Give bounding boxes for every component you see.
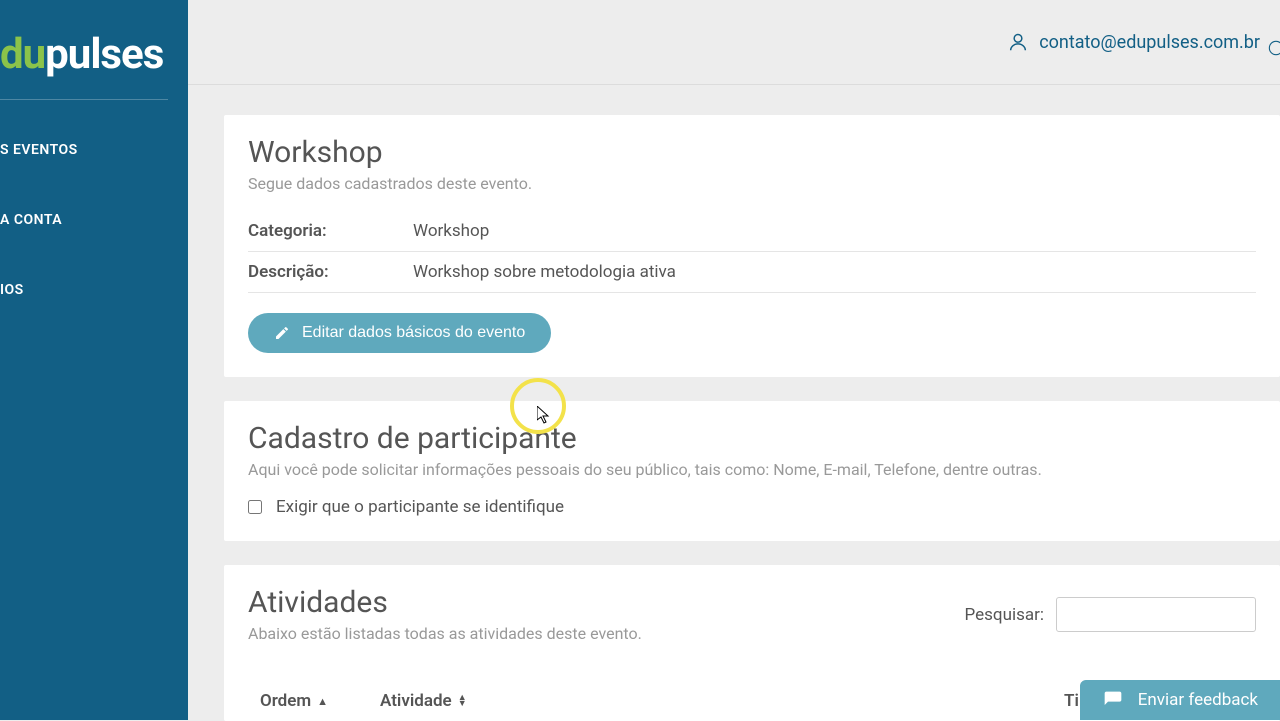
sidebar-item-eventos[interactable]: S EVENTOS [0,130,188,170]
event-subtitle: Segue dados cadastrados deste evento. [248,174,1256,193]
activities-subtitle: Abaixo estão listadas todas as atividade… [248,624,642,643]
participant-title: Cadastro de participante [248,421,1256,456]
event-category-value: Workshop [413,221,1256,241]
header: contato@edupulses.com.br [188,0,1280,85]
participant-card: Cadastro de participante Aqui você pode … [224,401,1280,541]
chat-icon [1102,690,1124,710]
search-label: Pesquisar: [965,605,1044,625]
logo-part2: pulses [45,30,163,79]
user-email: contato@edupulses.com.br [1039,32,1260,53]
user-icon [1007,31,1029,53]
participant-subtitle: Aqui você pode solicitar informações pes… [248,460,1256,479]
event-description-row: Descrição: Workshop sobre metodologia at… [248,252,1256,293]
event-description-label: Descrição: [248,262,413,282]
sidebar-item-conta[interactable]: A CONTA [0,200,188,240]
search-input[interactable] [1056,597,1256,632]
event-description-value: Workshop sobre metodologia ativa [413,262,1256,282]
edit-event-label: Editar dados básicos do evento [302,324,525,342]
column-ordem[interactable]: Ordem ▲ [260,691,380,711]
pencil-icon [274,325,290,341]
help-icon[interactable] [1268,36,1280,60]
require-identify-label: Exigir que o participante se identifique [276,497,564,517]
main-content: Workshop Segue dados cadastrados deste e… [224,115,1280,720]
sidebar: dupulses S EVENTOS A CONTA IOS [0,0,188,720]
sidebar-item-ios[interactable]: IOS [0,270,188,310]
feedback-label: Enviar feedback [1138,690,1258,710]
activities-search: Pesquisar: [965,597,1256,632]
logo: dupulses [0,30,188,79]
feedback-button[interactable]: Enviar feedback [1078,678,1280,720]
event-category-label: Categoria: [248,221,413,241]
require-identify-row[interactable]: Exigir que o participante se identifique [248,497,1256,517]
column-atividade[interactable]: Atividade ▲▼ [380,691,1064,711]
sort-both-icon: ▲▼ [458,695,467,708]
event-title: Workshop [248,135,1256,170]
require-identify-checkbox[interactable] [248,500,262,514]
activities-title: Atividades [248,585,642,620]
sidebar-divider [0,99,168,100]
sort-asc-icon: ▲ [317,696,328,707]
event-card: Workshop Segue dados cadastrados deste e… [224,115,1280,377]
event-category-row: Categoria: Workshop [248,211,1256,252]
user-info[interactable]: contato@edupulses.com.br [1007,31,1260,53]
edit-event-button[interactable]: Editar dados básicos do evento [248,313,551,353]
logo-part1: du [0,30,45,79]
